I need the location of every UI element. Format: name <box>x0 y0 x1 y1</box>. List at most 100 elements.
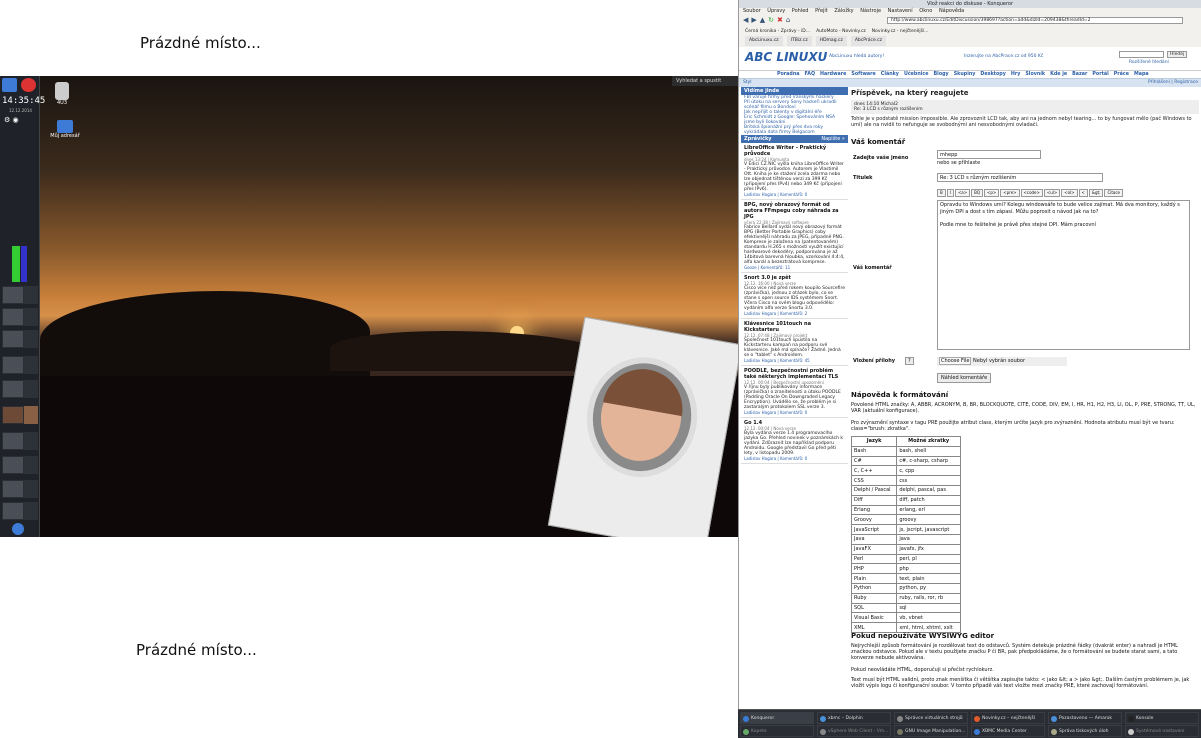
menu-nastaveni[interactable]: Nastavení <box>888 8 913 14</box>
tab-abcprace[interactable]: AbcPráce.cz <box>850 36 886 46</box>
site-search-button[interactable]: Hledej <box>1167 51 1188 58</box>
tray-icons[interactable]: ⚙ ◉ <box>4 116 24 124</box>
pager-tile[interactable] <box>24 456 38 474</box>
task-button[interactable]: vSphere Web Client - Vm... <box>817 725 891 737</box>
lt-button[interactable]: < <box>1078 189 1088 197</box>
task-button[interactable]: Systémové nastavení <box>1125 725 1199 737</box>
desktop-icon-drive[interactable]: 4U3 <box>55 82 69 106</box>
pager-tile[interactable] <box>24 432 38 450</box>
site-search-input[interactable] <box>1119 51 1164 58</box>
menu-okno[interactable]: Okno <box>919 8 932 14</box>
bookmark-item[interactable]: Černá kronika - Zprávy - iD... <box>745 27 810 36</box>
nav-item[interactable]: Desktopy <box>980 71 1005 78</box>
preview-button[interactable]: Náhled komentáře <box>937 373 992 383</box>
tab-itbiz[interactable]: ITBiz.cz <box>786 36 812 46</box>
bold-button[interactable]: B <box>937 189 946 197</box>
pager-tile-active[interactable] <box>2 406 24 424</box>
pager-tile[interactable] <box>2 480 24 498</box>
pager-tile[interactable] <box>2 308 24 326</box>
pager-tile[interactable] <box>2 456 24 474</box>
news-title[interactable]: Klávesnice 101touch na Kickstarteru <box>744 321 845 333</box>
sidebar-link[interactable]: Britská špionážní prý přes dva roky vykr… <box>741 125 848 135</box>
attachment-help-button[interactable]: ? <box>905 357 914 365</box>
nav-item[interactable]: Blogy <box>934 71 949 78</box>
task-button[interactable]: Novinky.cz – nejčtenější <box>971 712 1045 724</box>
pager-tile[interactable] <box>24 406 38 424</box>
news-footer[interactable]: Ladislav Hagara | Komentářů: 0 <box>744 410 845 415</box>
task-button[interactable]: Kopete <box>740 725 814 737</box>
pager-tile[interactable] <box>24 502 38 520</box>
gt-button[interactable]: &gt; <box>1088 189 1104 197</box>
news-title[interactable]: POODLE, bezpečnostní problém také někter… <box>744 368 845 380</box>
cite-button[interactable]: Citace <box>1104 189 1124 197</box>
pager-tile[interactable] <box>24 480 38 498</box>
desktop-icon-home[interactable]: Můj adresář <box>48 120 82 139</box>
menu-napoveda[interactable]: Nápověda <box>939 8 964 14</box>
pager-tile[interactable] <box>24 286 38 304</box>
sidebar-link[interactable]: Při útoku na servery Sony hackeři ukradl… <box>741 100 848 110</box>
choose-file-button[interactable]: Choose File <box>939 357 972 365</box>
power-icon[interactable] <box>21 78 36 92</box>
pager-tile[interactable] <box>2 380 24 398</box>
header-ad-link[interactable]: Inzerujte na AbcPrace.cz od 950 Kč <box>964 54 1043 59</box>
news-title[interactable]: LibreOffice Writer - Praktický průvodce <box>744 145 845 157</box>
pager-tile[interactable] <box>24 308 38 326</box>
forward-icon[interactable]: ▶ <box>751 16 756 24</box>
menu-upravy[interactable]: Úpravy <box>767 8 785 14</box>
task-button[interactable]: Konsole <box>1125 712 1199 724</box>
bookmark-item[interactable]: AutoMoto - Novinky.cz <box>816 27 866 36</box>
paragraph-button[interactable]: <p> <box>984 189 1000 197</box>
task-button[interactable]: Konqueror <box>740 712 814 724</box>
code-button[interactable]: <code> <box>1020 189 1043 197</box>
menu-zalozky[interactable]: Záložky <box>834 8 853 14</box>
task-button[interactable]: Pozastaveno — Amarok <box>1048 712 1122 724</box>
menu-prejit[interactable]: Přejít <box>815 8 828 14</box>
nav-item[interactable]: Kde je <box>1050 71 1067 78</box>
advanced-search-link[interactable]: Rozšířené hledání <box>1129 60 1169 65</box>
news-footer[interactable]: Ladislav Hagara | Komentářů: 0 <box>744 192 845 197</box>
nav-item[interactable]: Skupiny <box>954 71 976 78</box>
news-title[interactable]: BPG, nový obrazový formát od autora FFmp… <box>744 202 845 220</box>
comment-textarea[interactable]: Opravdu to Windows umí? Kolegu windowsář… <box>937 200 1190 350</box>
write-news-link[interactable]: Napište » <box>821 136 845 142</box>
pager-tile[interactable] <box>24 330 38 348</box>
nav-item[interactable]: Mapa <box>1134 71 1149 78</box>
nav-item[interactable]: Hry <box>1011 71 1021 78</box>
nav-item[interactable]: Slovník <box>1025 71 1045 78</box>
kde-launcher-icon[interactable] <box>12 523 24 535</box>
pager-tile[interactable] <box>2 432 24 450</box>
tab-abclinuxu[interactable]: AbcLinuxu.cz <box>745 36 783 46</box>
login-link[interactable]: nebo se přihlaste <box>937 160 980 166</box>
news-footer[interactable]: Gooze | Komentářů: 11 <box>744 265 845 270</box>
nav-item[interactable]: Poradna <box>777 71 800 78</box>
italic-button[interactable]: I <box>946 189 954 197</box>
news-footer[interactable]: Ladislav Hagara | Komentářů: 0 <box>744 456 845 461</box>
task-button[interactable]: Správce virtuálních strojů <box>894 712 968 724</box>
news-footer[interactable]: Ladislav Hagara | Komentářů: 45 <box>744 358 845 363</box>
site-logo[interactable]: ABC LINUXU <box>745 50 827 64</box>
nav-item[interactable]: Software <box>851 71 875 78</box>
file-picker[interactable]: Choose File Nebyl vybrán soubor <box>937 357 1067 366</box>
menu-soubor[interactable]: Soubor <box>743 8 761 14</box>
pager-tile[interactable] <box>24 356 38 374</box>
url-bar[interactable]: http://www.abclinuxu.cz/EditDiscussion/3… <box>887 17 1183 24</box>
kde-menu-icon[interactable] <box>2 78 17 92</box>
home-icon[interactable]: ⌂ <box>786 16 790 24</box>
pager-tile[interactable] <box>2 502 24 520</box>
ul-button[interactable]: <ul> <box>1043 189 1061 197</box>
name-input[interactable]: mhepp <box>937 150 1041 159</box>
sidebar-link[interactable]: Eric Schmidt z Google: Špehováním NSA js… <box>741 115 848 125</box>
nav-item[interactable]: Články <box>881 71 899 78</box>
pager-tile[interactable] <box>2 330 24 348</box>
link-button[interactable]: <a> <box>954 189 971 197</box>
menu-pohled[interactable]: Pohled <box>792 8 809 14</box>
bookmark-item[interactable]: Novinky.cz - nejčtenější... <box>872 27 929 36</box>
tab-hdmag[interactable]: HDmag.cz <box>815 36 847 46</box>
menu-nastroje[interactable]: Nástroje <box>860 8 881 14</box>
nav-item[interactable]: Učebnice <box>904 71 929 78</box>
blockquote-button[interactable]: BQ <box>971 189 983 197</box>
task-button[interactable]: xbmc – Dolphin <box>817 712 891 724</box>
news-footer[interactable]: Ladislav Hagara | Komentářů: 2 <box>744 311 845 316</box>
title-input[interactable]: Re: 3 LCD s různým rozlišením <box>937 173 1103 182</box>
ol-button[interactable]: <ol> <box>1061 189 1078 197</box>
